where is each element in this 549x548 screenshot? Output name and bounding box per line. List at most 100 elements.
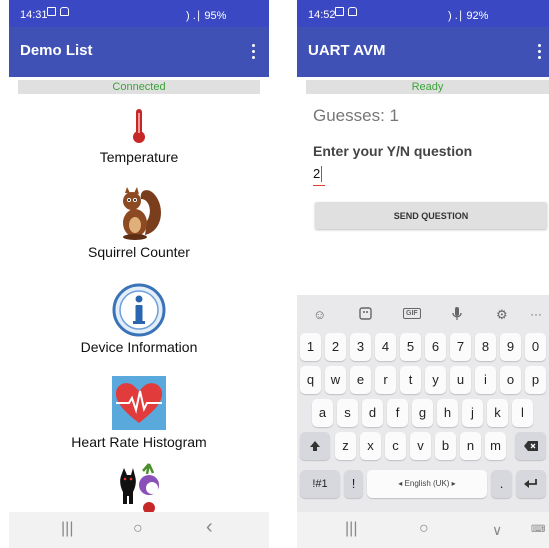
key-1[interactable]: 1 — [300, 333, 321, 361]
demo-item-heart-rate-histogram[interactable]: Heart Rate Histogram — [9, 376, 269, 452]
key-e[interactable]: e — [350, 366, 371, 394]
period-key[interactable]: . — [491, 470, 512, 498]
space-bar[interactable]: ◂ English (UK) ▸ — [367, 470, 487, 498]
space-row: !#1 ! ◂ English (UK) ▸ . — [297, 470, 549, 500]
notification-icons — [335, 7, 357, 16]
system-nav-bar: ||| ○ ‹ — [9, 512, 269, 548]
more-options-icon[interactable]: ··· — [530, 307, 542, 321]
gallery-icon — [47, 7, 56, 16]
enter-key[interactable] — [516, 470, 546, 498]
input-underline — [313, 185, 325, 186]
symbols-key[interactable]: !#1 — [300, 470, 340, 498]
key-r[interactable]: r — [375, 366, 396, 394]
demo-list-screen: 14:31 ) .∣ 95% Demo List Connected Tempe… — [9, 0, 269, 548]
demo-item-label: Temperature — [99, 149, 179, 165]
home-button[interactable]: ○ — [419, 520, 429, 538]
settings-gear-icon[interactable]: ⚙ — [496, 307, 508, 323]
shift-icon — [310, 441, 320, 451]
recent-apps-button[interactable]: ||| — [61, 520, 73, 538]
gallery-icon — [335, 7, 344, 16]
thermometer-icon — [133, 109, 145, 143]
key-a[interactable]: a — [312, 399, 333, 427]
key-n[interactable]: n — [460, 432, 481, 460]
send-question-button[interactable]: SEND QUESTION — [315, 202, 547, 229]
key-3[interactable]: 3 — [350, 333, 371, 361]
status-bar: 14:31 ) .∣ 95% — [9, 0, 269, 27]
key-0[interactable]: 0 — [525, 333, 546, 361]
question-input[interactable] — [313, 163, 383, 183]
key-7[interactable]: 7 — [450, 333, 471, 361]
enter-icon — [524, 479, 537, 488]
key-f[interactable]: f — [387, 399, 408, 427]
uart-avm-screen: 14:52 ) .∣ 92% UART AVM Ready Guesses: 1… — [297, 0, 549, 548]
sticker-icon[interactable] — [359, 307, 372, 323]
overflow-menu-icon[interactable] — [247, 41, 259, 63]
key-y[interactable]: y — [425, 366, 446, 394]
status-time: 14:52 — [308, 9, 336, 21]
key-s[interactable]: s — [337, 399, 358, 427]
backspace-icon — [523, 441, 538, 451]
key-2[interactable]: 2 — [325, 333, 346, 361]
key-z[interactable]: z — [335, 432, 356, 460]
key-l[interactable]: l — [512, 399, 533, 427]
signal-battery-status: ) .∣ 92% — [448, 10, 489, 22]
key-m[interactable]: m — [485, 432, 506, 460]
microphone-icon[interactable] — [452, 307, 462, 324]
key-d[interactable]: d — [362, 399, 383, 427]
key-6[interactable]: 6 — [425, 333, 446, 361]
exclamation-key[interactable]: ! — [344, 470, 363, 498]
key-4[interactable]: 4 — [375, 333, 396, 361]
key-p[interactable]: p — [525, 366, 546, 394]
key-v[interactable]: v — [410, 432, 431, 460]
backspace-key[interactable] — [515, 432, 546, 460]
ready-status: Ready — [306, 80, 549, 94]
back-button[interactable]: ‹ — [206, 516, 213, 539]
key-j[interactable]: j — [462, 399, 483, 427]
bottom-letter-row: zxcvbnm — [297, 432, 549, 462]
shift-key[interactable] — [300, 432, 330, 460]
keyboard-switch-icon[interactable]: ⌨ — [531, 524, 545, 535]
key-5[interactable]: 5 — [400, 333, 421, 361]
key-o[interactable]: o — [500, 366, 521, 394]
number-row: 1234567890 — [297, 333, 549, 363]
hide-keyboard-button[interactable]: ∨ — [492, 522, 502, 539]
connection-status: Connected — [18, 80, 260, 94]
emoji-icon[interactable]: ☺ — [313, 307, 326, 322]
text-cursor — [321, 166, 322, 182]
keyboard-toolbar: ☺ GIF ⚙ ··· — [297, 295, 549, 331]
status-bar: 14:52 ) .∣ 92% — [297, 0, 549, 27]
key-b[interactable]: b — [435, 432, 456, 460]
key-k[interactable]: k — [487, 399, 508, 427]
lock-icon — [348, 7, 357, 16]
recent-apps-button[interactable]: ||| — [345, 520, 357, 538]
demo-item-squirrel-counter[interactable]: Squirrel Counter — [9, 185, 269, 261]
squirrel-icon — [123, 187, 161, 240]
app-bar: Demo List — [9, 27, 269, 77]
key-x[interactable]: x — [360, 432, 381, 460]
key-h[interactable]: h — [437, 399, 458, 427]
soft-keyboard: ☺ GIF ⚙ ··· 1234567890 qwertyuiop asdfgh… — [297, 295, 549, 512]
gif-button[interactable]: GIF — [403, 308, 421, 319]
key-c[interactable]: c — [385, 432, 406, 460]
demo-item-device-information[interactable]: Device Information — [9, 283, 269, 358]
overflow-menu-icon[interactable] — [533, 41, 545, 63]
cat-turnip-icon — [120, 463, 159, 512]
system-nav-bar: ||| ○ ∨ ⌨ — [297, 512, 549, 548]
key-w[interactable]: w — [325, 366, 346, 394]
key-8[interactable]: 8 — [475, 333, 496, 361]
notification-icons — [47, 7, 69, 16]
demo-item-label: Squirrel Counter — [88, 244, 190, 260]
demo-item-label: Device Information — [80, 339, 198, 355]
demo-item-temperature[interactable]: Temperature — [9, 104, 269, 170]
key-q[interactable]: q — [300, 366, 321, 394]
key-g[interactable]: g — [412, 399, 433, 427]
key-t[interactable]: t — [400, 366, 421, 394]
question-prompt: Enter your Y/N question — [313, 143, 473, 159]
home-button[interactable]: ○ — [133, 520, 143, 538]
status-time: 14:31 — [20, 9, 48, 21]
key-u[interactable]: u — [450, 366, 471, 394]
demo-item-cat-turnip[interactable] — [9, 462, 269, 512]
key-i[interactable]: i — [475, 366, 496, 394]
key-9[interactable]: 9 — [500, 333, 521, 361]
guesses-counter: Guesses: 1 — [313, 106, 399, 125]
